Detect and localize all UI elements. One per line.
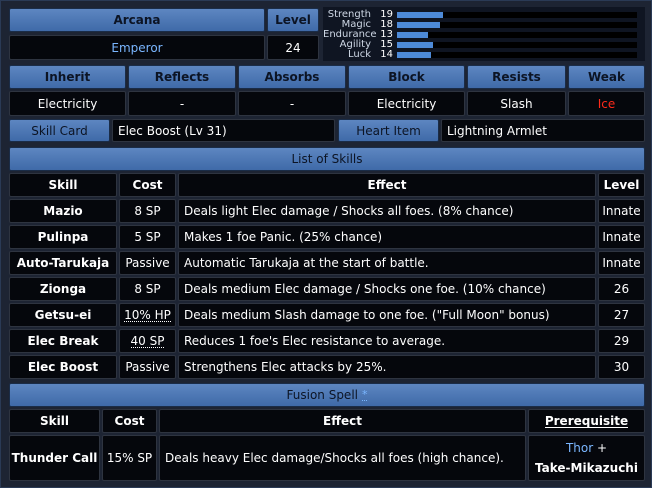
skill-cost: 8 SP — [119, 277, 176, 301]
skill-level: 26 — [598, 277, 645, 301]
affinity-value-weak: Ice — [568, 91, 645, 116]
fusion-col-cost: Cost — [102, 409, 157, 433]
arcana-header: Arcana — [9, 8, 265, 32]
stat-bar-magic — [397, 22, 637, 28]
skills-col-level: Level — [598, 173, 645, 197]
skill-cost-tooltip[interactable]: 10% HP — [119, 303, 176, 327]
skill-level: 27 — [598, 303, 645, 327]
skill-cost: Passive — [119, 251, 176, 275]
stat-fill-luck — [397, 52, 431, 58]
stat-fill-endurance — [397, 32, 428, 38]
skill-name: Elec Break — [9, 329, 117, 353]
arcana-value-link[interactable]: Emperor — [9, 35, 265, 60]
fusion-note-link[interactable]: * — [361, 389, 368, 401]
fusion-col-skill: Skill — [9, 409, 100, 433]
heart-item-header: Heart Item — [338, 119, 439, 142]
fusion-title-text: Fusion Spell — [286, 388, 358, 402]
stat-label-luck: Luck — [347, 49, 371, 60]
prereq-thor-link[interactable]: Thor — [566, 441, 593, 455]
stat-bar-agility — [397, 42, 637, 48]
level-header: Level — [267, 8, 319, 32]
skill-cost: Passive — [119, 355, 176, 379]
skill-effect: Makes 1 foe Panic. (25% chance) — [178, 225, 596, 249]
skills-col-cost: Cost — [119, 173, 176, 197]
stat-fill-strength — [397, 12, 443, 18]
fusion-skill-effect: Deals heavy Elec damage/Shocks all foes … — [159, 435, 526, 481]
stat-bar-luck — [397, 52, 637, 58]
skill-name: Elec Boost — [9, 355, 117, 379]
skill-name: Pulinpa — [9, 225, 117, 249]
skill-level: Innate — [598, 199, 645, 223]
affinity-header-block: Block — [348, 65, 465, 89]
skills-title: List of Skills — [9, 147, 645, 171]
heart-item-value: Lightning Armlet — [441, 119, 645, 142]
fusion-col-effect: Effect — [159, 409, 526, 433]
affinity-value-inherit: Electricity — [9, 91, 126, 116]
stat-fill-magic — [397, 22, 440, 28]
skill-card-value: Elec Boost (Lv 31) — [112, 119, 335, 142]
fusion-title: Fusion Spell * — [9, 383, 645, 407]
skill-level: Innate — [598, 251, 645, 275]
skill-cost-tooltip[interactable]: 40 SP — [119, 329, 176, 353]
skill-name: Zionga — [9, 277, 117, 301]
fusion-col-prerequisite: Prerequisite — [528, 409, 645, 433]
skill-name: Getsu-ei — [9, 303, 117, 327]
skill-effect: Automatic Tarukaja at the start of battl… — [178, 251, 596, 275]
skills-col-effect: Effect — [178, 173, 596, 197]
skill-cost-text: 10% HP — [124, 307, 171, 322]
skill-level: 30 — [598, 355, 645, 379]
skill-effect: Deals light Elec damage / Shocks all foe… — [178, 199, 596, 223]
skill-effect: Strengthens Elec attacks by 25%. — [178, 355, 596, 379]
affinity-header-weak: Weak — [568, 65, 645, 89]
affinity-value-block: Electricity — [348, 91, 465, 116]
skill-level: 29 — [598, 329, 645, 353]
stat-value-luck: 14 — [380, 49, 393, 60]
fusion-col-prerequisite-text: Prerequisite — [544, 413, 629, 428]
skill-effect: Reduces 1 foe's Elec resistance to avera… — [178, 329, 596, 353]
affinity-header-reflects: Reflects — [128, 65, 236, 89]
affinity-value-reflects: - — [128, 91, 236, 116]
stat-bar-endurance — [397, 32, 637, 38]
fusion-prerequisite: Thor + Take-Mikazuchi — [528, 435, 645, 481]
stat-bar-strength — [397, 12, 637, 18]
skill-cost: 5 SP — [119, 225, 176, 249]
affinity-header-absorbs: Absorbs — [238, 65, 346, 89]
affinity-header-inherit: Inherit — [9, 65, 126, 89]
affinity-value-absorbs: - — [238, 91, 346, 116]
stats-panel: Strength 19 Magic 18 Endurance 13 Agilit… — [323, 7, 645, 61]
skill-effect: Deals medium Slash damage to one foe. ("… — [178, 303, 596, 327]
persona-info-panel: Arcana Emperor Level 24 Strength 19 Magi… — [0, 0, 652, 488]
skill-cost: 8 SP — [119, 199, 176, 223]
affinity-value-resists: Slash — [467, 91, 566, 116]
skills-col-skill: Skill — [9, 173, 117, 197]
prereq-take-mikazuchi: Take-Mikazuchi — [535, 461, 638, 475]
level-value: 24 — [267, 35, 319, 60]
skill-name: Mazio — [9, 199, 117, 223]
skill-cost-text: 40 SP — [130, 333, 165, 348]
skill-name: Auto-Tarukaja — [9, 251, 117, 275]
stat-fill-agility — [397, 42, 433, 48]
prereq-plus: + — [596, 441, 608, 455]
skill-level: Innate — [598, 225, 645, 249]
skill-card-header: Skill Card — [9, 119, 110, 142]
fusion-skill-cost: 15% SP — [102, 435, 157, 481]
fusion-skill-name: Thunder Call — [9, 435, 100, 481]
affinity-header-resists: Resists — [467, 65, 566, 89]
fusion-prereq-line-1: Thor + — [566, 440, 607, 456]
skill-effect: Deals medium Elec damage / Shocks one fo… — [178, 277, 596, 301]
